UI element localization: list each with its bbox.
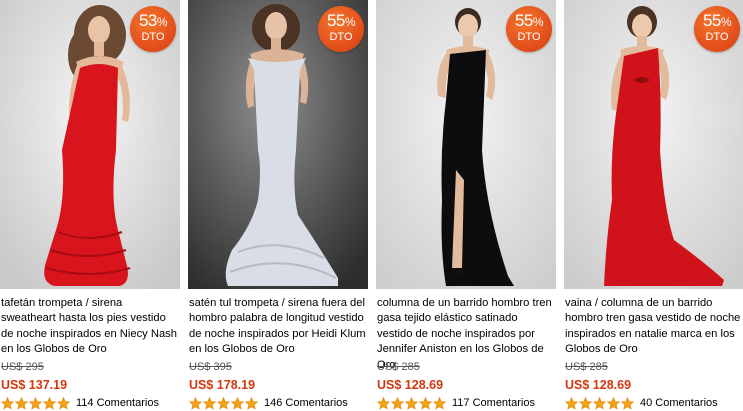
discount-badge: 55% DTO [506,6,552,52]
star-icon [419,396,432,409]
product-card[interactable]: 55% DTO satén tul trompeta / sirena fuer… [188,0,368,411]
star-icon [377,396,390,409]
reviews-count-link[interactable]: 40 Comentarios [640,397,718,409]
discount-label: DTO [705,31,729,43]
discount-label: DTO [141,31,165,43]
star-icon [189,396,202,409]
rating: 117 Comentarios [377,396,535,410]
product-title-link[interactable]: tafetán trompeta / sirena sweatheart has… [1,296,179,358]
star-icon [579,396,592,409]
star-icon [621,396,634,409]
star-icon [217,396,230,409]
reviews-count-link[interactable]: 114 Comentarios [76,397,159,409]
star-rating [377,396,447,410]
rating: 40 Comentarios [565,396,718,410]
star-rating [1,396,71,410]
discount-label: DTO [329,31,353,43]
original-price: US$ 285 [565,361,608,373]
star-icon [391,396,404,409]
sale-price: US$ 128.69 [565,378,632,392]
product-title-link[interactable]: satén tul trompeta / sirena fuera del ho… [189,296,367,358]
sale-price: US$ 128.69 [377,378,444,392]
reviews-count-link[interactable]: 146 Comentarios [264,397,348,409]
product-grid: 53% DTO tafetán trompeta / sirena sweath… [0,0,743,411]
star-icon [433,396,446,409]
product-card[interactable]: 53% DTO tafetán trompeta / sirena sweath… [0,0,180,411]
rating: 114 Comentarios [1,396,159,410]
discount-percent: 55 [326,11,345,30]
star-icon [43,396,56,409]
product-image[interactable]: 55% DTO [564,0,743,289]
star-icon [245,396,258,409]
product-image[interactable]: 53% DTO [0,0,180,289]
product-image[interactable]: 55% DTO [188,0,368,289]
discount-badge: 53% DTO [130,6,176,52]
star-icon [57,396,70,409]
product-card[interactable]: 55% DTO vaina / columna de un barrido ho… [564,0,743,411]
sale-price: US$ 137.19 [1,378,68,392]
star-icon [565,396,578,409]
discount-percent: 53 [138,11,157,30]
sale-price: US$ 178.19 [189,378,256,392]
discount-percent: 55 [514,11,533,30]
discount-badge: 55% DTO [694,6,740,52]
star-icon [405,396,418,409]
star-icon [231,396,244,409]
star-icon [1,396,14,409]
product-image[interactable]: 55% DTO [376,0,556,289]
discount-label: DTO [517,31,541,43]
star-rating [565,396,635,410]
star-icon [15,396,28,409]
original-price: US$ 285 [377,361,420,373]
product-title-link[interactable]: vaina / columna de un barrido hombro tre… [565,296,743,358]
star-icon [593,396,606,409]
rating: 146 Comentarios [189,396,348,410]
product-card[interactable]: 55% DTO columna de un barrido hombro tre… [376,0,556,411]
star-icon [203,396,216,409]
discount-percent: 55 [702,11,721,30]
star-rating [189,396,259,410]
reviews-count-link[interactable]: 117 Comentarios [452,397,535,409]
star-icon [29,396,42,409]
discount-badge: 55% DTO [318,6,364,52]
original-price: US$ 395 [189,361,232,373]
star-icon [607,396,620,409]
original-price: US$ 295 [1,361,44,373]
